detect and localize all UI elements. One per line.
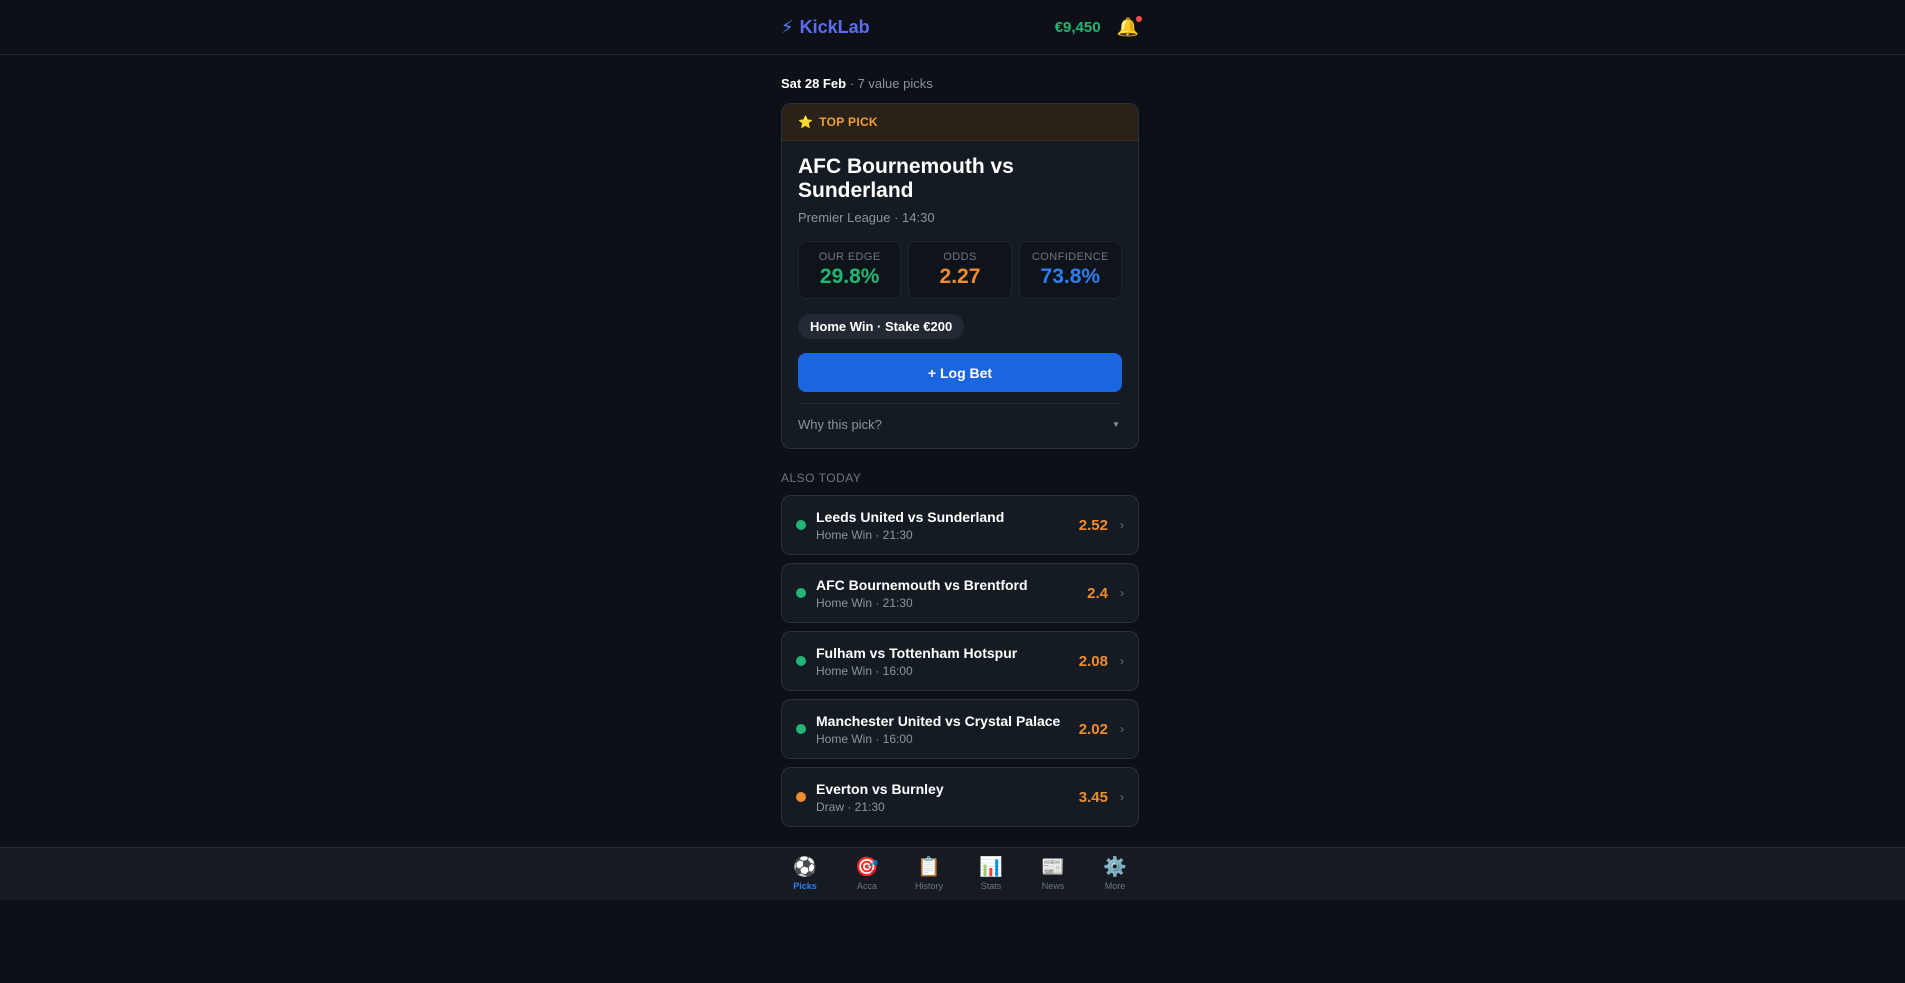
also-today-label: ALSO TODAY	[781, 471, 862, 485]
pick-odds: 3.45	[1078, 788, 1108, 806]
brand-logo[interactable]: ⚡ KickLab	[781, 17, 870, 38]
status-dot	[796, 656, 806, 666]
pick-name: Manchester United vs Crystal Palace	[816, 712, 1061, 729]
pick-odds: 2.4	[1087, 584, 1108, 602]
nav-item-picks[interactable]: ⚽ Picks	[781, 848, 829, 901]
chevron-right-icon: ›	[1120, 790, 1124, 804]
chevron-right-icon: ›	[1120, 654, 1124, 668]
notification-dot	[1136, 16, 1142, 22]
nav-item-stats[interactable]: 📊 Stats	[967, 848, 1015, 901]
nav-news-icon: 📰	[1041, 857, 1065, 878]
stats-row: OUR EDGE 29.8% ODDS 2.27 CONFIDENCE 73.8…	[798, 241, 1122, 299]
picks-list: Leeds United vs Sunderland Home Win · 21:…	[781, 495, 1139, 827]
status-dot	[796, 520, 806, 530]
pick-sub: Home Win · 16:00	[816, 731, 913, 746]
nav-acca-icon: 🎯	[855, 857, 879, 878]
nav-label: Stats	[980, 881, 1002, 891]
pick-odds: 2.08	[1078, 652, 1108, 670]
match-meta: Premier League · 14:30	[798, 210, 935, 225]
chevron-right-icon: ›	[1120, 518, 1124, 532]
nav-item-acca[interactable]: 🎯 Acca	[843, 848, 891, 901]
top-pick-card: ⭐ TOP PICK AFC Bournemouth vs Sunderland…	[781, 103, 1139, 449]
caret-down-icon: ▼	[1112, 420, 1120, 429]
pick-name: Leeds United vs Sunderland	[816, 508, 1005, 525]
status-dot	[796, 724, 806, 734]
match-title: AFC Bournemouth vs Sunderland	[798, 155, 1014, 202]
odds-value: 2.27	[939, 265, 981, 288]
nav-label: News	[1041, 881, 1065, 891]
pick-sub: Home Win · 16:00	[816, 663, 913, 678]
balance-display: €9,450	[1054, 19, 1101, 36]
picks-summary: · 7 value picks	[846, 76, 933, 91]
app-root: ⚡ KickLab €9,450 🔔 Sat 28 Feb · 7 value …	[0, 0, 1905, 983]
pick-row[interactable]: Leeds United vs Sunderland Home Win · 21:…	[781, 495, 1139, 555]
nav-label: History	[914, 881, 943, 891]
main-content: Sat 28 Feb · 7 value picks ⭐ TOP PICK AF…	[781, 55, 1139, 835]
edge-value: 29.8%	[819, 265, 880, 288]
dateline: Sat 28 Feb · 7 value picks	[781, 76, 1139, 91]
pick-name: Everton vs Burnley	[816, 780, 944, 797]
why-this-pick-toggle[interactable]: Why this pick? ▼	[798, 403, 1122, 445]
pick-name: Fulham vs Tottenham Hotspur	[816, 644, 1018, 661]
bolt-icon: ⚡	[781, 17, 794, 37]
nav-label: Picks	[793, 881, 817, 891]
why-label: Why this pick?	[798, 417, 882, 432]
edge-stat: OUR EDGE 29.8%	[798, 241, 902, 299]
pick-info: Fulham vs Tottenham Hotspur Home Win · 16…	[816, 645, 1069, 678]
bottom-nav-inner: ⚽ Picks 🎯 Acca 📋 History 📊 Stats 📰 News ⚙️ More	[781, 848, 1139, 901]
pick-row[interactable]: Fulham vs Tottenham Hotspur Home Win · 16…	[781, 631, 1139, 691]
nav-more-icon: ⚙️	[1103, 857, 1127, 878]
pick-info: Everton vs Burnley Draw · 21:30	[816, 781, 1069, 814]
header: ⚡ KickLab €9,450 🔔	[0, 0, 1905, 55]
pick-odds: 2.02	[1078, 720, 1108, 738]
odds-label: ODDS	[943, 251, 977, 263]
star-icon: ⭐	[798, 115, 814, 129]
bet-pill: Home Win · Stake €200	[798, 314, 965, 339]
pick-row[interactable]: AFC Bournemouth vs Brentford Home Win · 2…	[781, 563, 1139, 623]
edge-label: OUR EDGE	[818, 251, 881, 263]
pick-info: AFC Bournemouth vs Brentford Home Win · 2…	[816, 577, 1077, 610]
header-inner: ⚡ KickLab €9,450 🔔	[781, 0, 1142, 55]
date-label: Sat 28 Feb	[781, 76, 847, 91]
chevron-right-icon: ›	[1120, 722, 1124, 736]
pick-row[interactable]: Manchester United vs Crystal Palace Home …	[781, 699, 1139, 759]
pick-info: Leeds United vs Sunderland Home Win · 21:…	[816, 509, 1069, 542]
status-dot	[796, 588, 806, 598]
bell-icon[interactable]: 🔔	[1117, 16, 1142, 38]
bottom-nav: ⚽ Picks 🎯 Acca 📋 History 📊 Stats 📰 News ⚙️ More	[0, 847, 1905, 900]
nav-stats-icon: 📊	[979, 857, 1003, 878]
top-pick-body: AFC Bournemouth vs Sunderland Premier Le…	[782, 141, 1138, 445]
nav-item-history[interactable]: 📋 History	[905, 848, 953, 901]
log-bet-button[interactable]: + Log Bet	[798, 353, 1122, 392]
nav-item-news[interactable]: 📰 News	[1029, 848, 1077, 901]
nav-label: More	[1104, 881, 1126, 891]
top-pick-badge: TOP PICK	[819, 115, 878, 129]
pick-info: Manchester United vs Crystal Palace Home …	[816, 713, 1069, 746]
odds-stat: ODDS 2.27	[908, 241, 1012, 299]
nav-picks-icon: ⚽	[793, 857, 817, 878]
pick-row[interactable]: Everton vs Burnley Draw · 21:30 3.45 ›	[781, 767, 1139, 827]
brand-name: KickLab	[799, 17, 870, 37]
chevron-right-icon: ›	[1120, 586, 1124, 600]
confidence-value: 73.8%	[1040, 265, 1101, 288]
header-right: €9,450 🔔	[1054, 16, 1142, 38]
top-pick-header: ⭐ TOP PICK	[782, 104, 1138, 141]
pick-sub: Home Win · 21:30	[816, 527, 913, 542]
nav-item-more[interactable]: ⚙️ More	[1091, 848, 1139, 901]
pick-sub: Home Win · 21:30	[816, 595, 913, 610]
nav-history-icon: 📋	[917, 857, 941, 878]
status-dot	[796, 792, 806, 802]
confidence-label: CONFIDENCE	[1031, 251, 1109, 263]
pick-name: AFC Bournemouth vs Brentford	[816, 576, 1028, 593]
confidence-stat: CONFIDENCE 73.8%	[1018, 241, 1122, 299]
pick-sub: Draw · 21:30	[816, 799, 885, 814]
pick-odds: 2.52	[1078, 516, 1108, 534]
nav-label: Acca	[856, 881, 877, 891]
